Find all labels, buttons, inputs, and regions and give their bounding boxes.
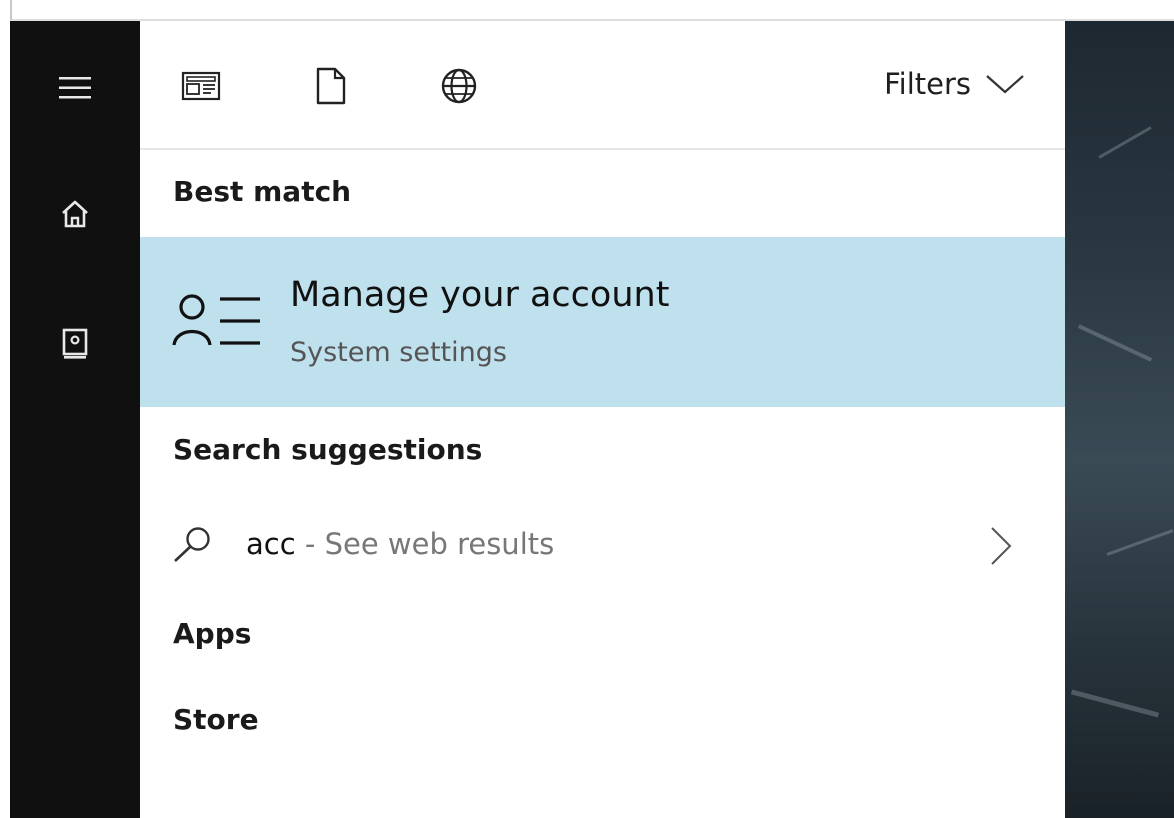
suggestion-separator: -: [304, 527, 316, 561]
home-icon: [62, 200, 88, 228]
news-filter-button[interactable]: [178, 63, 224, 109]
search-results-panel: Filters Best match Manage your account S…: [140, 21, 1065, 818]
documents-filter-button[interactable]: [308, 63, 354, 109]
hamburger-menu-icon: [59, 77, 91, 99]
store-category[interactable]: Store: [173, 703, 259, 736]
chevron-right-icon: [991, 527, 1012, 565]
suggestion-text: acc - See web results: [246, 527, 554, 561]
best-match-result[interactable]: Manage your account System settings: [140, 237, 1065, 407]
web-search-suggestion[interactable]: acc - See web results: [140, 511, 1065, 581]
filter-toolbar: Filters: [140, 21, 1065, 150]
result-title: Manage your account: [290, 275, 670, 315]
chevron-down-icon: [986, 75, 1024, 94]
account-settings-icon: [172, 294, 260, 346]
desktop-wallpaper: [1065, 21, 1174, 818]
web-filter-button[interactable]: [436, 63, 482, 109]
suggestion-query: acc: [246, 527, 296, 561]
left-border: [10, 0, 12, 20]
document-icon: [316, 67, 346, 105]
filters-label: Filters: [884, 67, 971, 101]
apps-category[interactable]: Apps: [173, 617, 251, 650]
notebook-button[interactable]: [10, 309, 140, 379]
best-match-header: Best match: [173, 175, 352, 208]
news-icon: [181, 71, 221, 101]
notebook-icon: [62, 328, 88, 359]
home-button[interactable]: [10, 179, 140, 249]
search-window-frame: Filters Best match Manage your account S…: [0, 0, 1174, 818]
navigation-rail: [10, 21, 140, 818]
globe-icon: [441, 68, 477, 104]
search-suggestions-header: Search suggestions: [173, 433, 483, 466]
menu-button[interactable]: [10, 53, 140, 123]
filters-dropdown[interactable]: Filters: [884, 61, 1025, 107]
result-subtitle: System settings: [290, 337, 507, 368]
suggestion-detail: See web results: [324, 527, 555, 561]
search-icon: [174, 527, 210, 562]
